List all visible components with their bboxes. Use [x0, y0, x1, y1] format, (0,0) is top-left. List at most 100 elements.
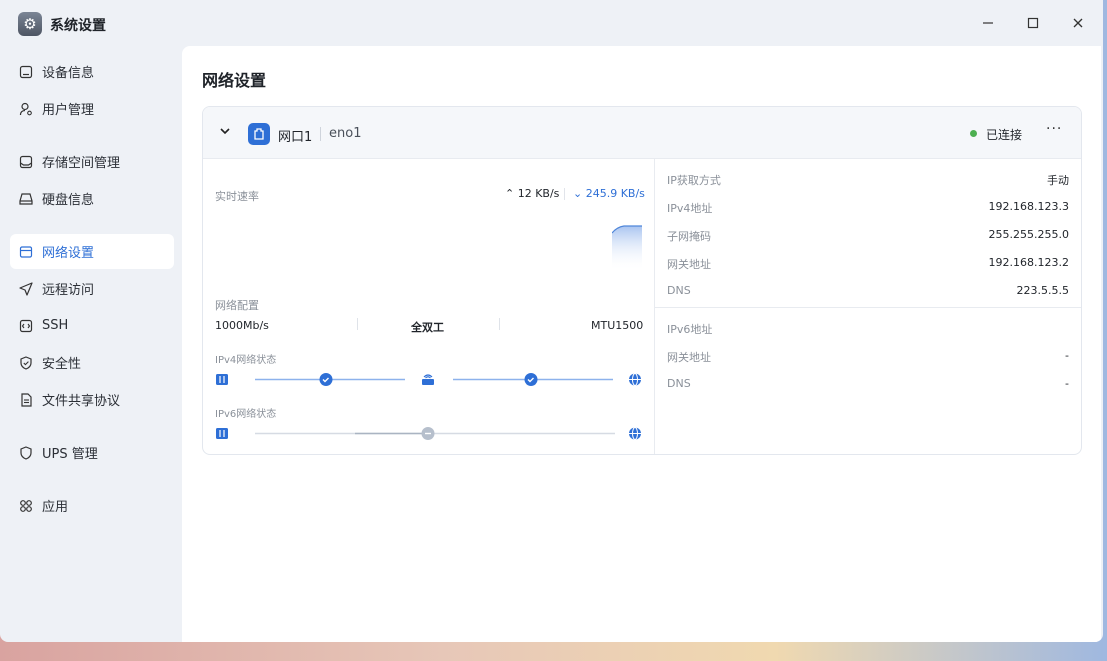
card-header: 网口1 eno1 已连接 ···: [203, 107, 1081, 159]
sidebar-item-label: 存储空间管理: [42, 156, 121, 171]
sidebar-item-file-sharing[interactable]: 文件共享协议: [10, 382, 174, 417]
mtu-value: MTU1500: [591, 319, 644, 332]
apps-icon: [18, 498, 34, 514]
sidebar-item-apps[interactable]: 应用: [10, 488, 174, 523]
sidebar-item-label: 网络设置: [42, 246, 95, 261]
row-label: IPv4地址: [667, 202, 713, 215]
row-value: 223.5.5.5: [1016, 284, 1069, 297]
download-speed: ⌄ 245.9 KB/s: [573, 187, 645, 200]
upload-speed-value: 12 KB/s: [517, 187, 560, 200]
storage-icon: [18, 154, 34, 170]
divider: [320, 127, 321, 141]
row-value: 192.168.123.2: [988, 256, 1069, 269]
row-label: 网关地址: [667, 351, 711, 364]
window-title: 系统设置: [50, 18, 106, 34]
sidebar-item-ups[interactable]: UPS 管理: [10, 435, 174, 470]
status-dot: [970, 130, 977, 137]
upload-speed: ⌃ 12 KB/s: [505, 187, 559, 200]
maximize-icon: [1027, 17, 1039, 29]
network-port-card: 网口1 eno1 已连接 ··· 实时速率 ⌃ 12 KB/s ⌄ 245.9 …: [202, 106, 1082, 455]
row-label: DNS: [667, 284, 691, 297]
ipv6-status-path: [216, 427, 641, 440]
row-label: IP获取方式: [667, 174, 721, 187]
maximize-button[interactable]: [1022, 12, 1044, 34]
row-value: 192.168.123.3: [988, 200, 1069, 213]
title-bar: ⚙ 系统设置: [0, 0, 1103, 46]
sidebar-item-user-management[interactable]: 用户管理: [10, 91, 174, 126]
chevron-down-icon[interactable]: [218, 124, 232, 138]
settings-gear-icon: ⚙: [18, 12, 42, 36]
user-icon: [18, 101, 34, 117]
minimize-icon: [983, 22, 993, 24]
ipv4-status-label: IPv4网络状态: [215, 355, 277, 366]
close-button[interactable]: [1067, 12, 1089, 34]
dns-row: DNS 223.5.5.5: [667, 283, 1069, 299]
more-button[interactable]: ···: [1046, 121, 1062, 137]
link-speed: 1000Mb/s: [215, 319, 269, 332]
chart-area: [612, 226, 642, 271]
ip-details-pane: IP获取方式 手动 IPv4地址 192.168.123.3 子网掩码 255.…: [655, 159, 1081, 454]
shield-icon: [18, 355, 34, 371]
network-config-label: 网络配置: [215, 299, 259, 312]
sidebar-item-network[interactable]: 网络设置: [10, 234, 174, 269]
traffic-pane: 实时速率 ⌃ 12 KB/s ⌄ 245.9 KB/s 网络配置 1000Mb/…: [203, 159, 654, 454]
check-circle-icon: [319, 373, 333, 386]
realtime-speed-label: 实时速率: [215, 190, 259, 203]
sidebar-item-label: 安全性: [42, 357, 82, 372]
globe-icon: [629, 373, 641, 386]
ipv6-gateway-row: 网关地址 -: [667, 348, 1069, 364]
sidebar-item-label: UPS 管理: [42, 447, 98, 462]
send-icon: [18, 281, 34, 297]
sidebar-item-device-info[interactable]: 设备信息: [10, 54, 174, 89]
ip-method-row: IP获取方式 手动: [667, 171, 1069, 187]
nas-device-icon: [216, 374, 228, 385]
speed-chart: [612, 225, 642, 271]
sidebar-item-label: 硬盘信息: [42, 193, 95, 208]
port-device: eno1: [329, 126, 362, 141]
ipv6-address-row: IPv6地址: [667, 320, 1069, 336]
disk-icon: [18, 191, 34, 207]
sidebar-item-label: 设备信息: [42, 66, 95, 81]
sidebar-item-label: 远程访问: [42, 283, 95, 298]
divider: [357, 318, 358, 330]
sidebar-item-ssh[interactable]: SSH: [10, 308, 174, 343]
download-speed-value: 245.9 KB/s: [585, 187, 645, 200]
globe-icon: [629, 427, 641, 440]
download-arrow-icon: ⌄: [573, 187, 583, 200]
row-value: -: [1065, 349, 1069, 362]
main-content: 网络设置 网口1 eno1 已连接 ··· 实时速率 ⌃ 12 KB/s ⌄ 2…: [182, 46, 1101, 642]
gateway-row: 网关地址 192.168.123.2: [667, 255, 1069, 271]
sidebar-item-disk-info[interactable]: 硬盘信息: [10, 181, 174, 216]
ipv6-status-label: IPv6网络状态: [215, 409, 277, 420]
divider: [564, 188, 565, 200]
upload-arrow-icon: ⌃: [505, 187, 515, 200]
sidebar-item-label: 文件共享协议: [42, 394, 121, 409]
row-value: 255.255.255.0: [988, 228, 1069, 241]
status-badge: 已连接: [986, 128, 1023, 142]
device-info-icon: [18, 64, 34, 80]
ipv4-address-row: IPv4地址 192.168.123.3: [667, 199, 1069, 215]
divider: [499, 318, 500, 330]
duplex-mode: 全双工: [411, 321, 444, 334]
sidebar-item-label: 用户管理: [42, 103, 95, 118]
row-value: 手动: [1047, 174, 1069, 187]
port-name: 网口1: [278, 130, 313, 145]
document-icon: [18, 392, 34, 408]
sidebar: 设备信息 用户管理 存储空间管理 硬盘信息 网络设置 远程访问 SSH 安全性: [0, 46, 182, 642]
sidebar-item-remote-access[interactable]: 远程访问: [10, 271, 174, 306]
nas-device-icon: [216, 428, 228, 439]
row-label: 子网掩码: [667, 230, 711, 243]
page-title: 网络设置: [202, 71, 267, 90]
code-icon: [18, 318, 34, 334]
sidebar-item-label: SSH: [42, 318, 69, 333]
router-icon: [422, 374, 434, 385]
sidebar-item-storage[interactable]: 存储空间管理: [10, 144, 174, 179]
system-settings-window: ⚙ 系统设置 设备信息 用户管理 存储空间管理 硬盘信息 网络设置 远程访问 S…: [0, 0, 1103, 642]
ipv6-dns-row: DNS -: [667, 376, 1069, 392]
close-icon: [1073, 18, 1083, 28]
minimize-button[interactable]: [977, 12, 999, 34]
row-value: -: [1065, 377, 1069, 390]
sidebar-item-security[interactable]: 安全性: [10, 345, 174, 380]
network-icon: [18, 244, 34, 260]
subnet-mask-row: 子网掩码 255.255.255.0: [667, 227, 1069, 243]
